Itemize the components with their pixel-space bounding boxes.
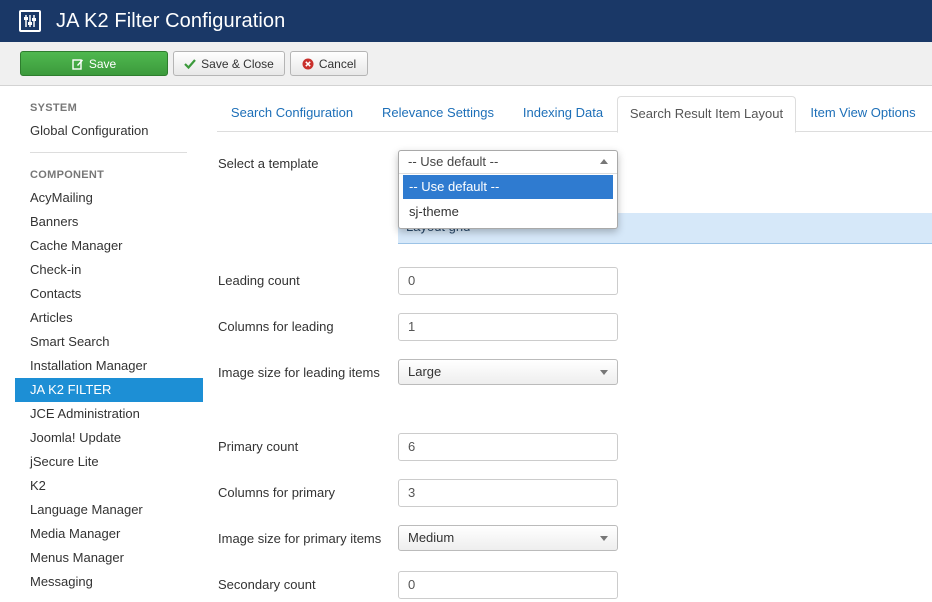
template-select[interactable]: -- Use default --: [399, 151, 617, 174]
save-close-button[interactable]: Save & Close: [173, 51, 285, 76]
sidebar: SYSTEM Global Configuration COMPONENT Ac…: [15, 86, 203, 602]
cancel-button[interactable]: Cancel: [290, 51, 368, 76]
tab-search-result-item-layout[interactable]: Search Result Item Layout: [617, 96, 796, 133]
sidebar-item-k2[interactable]: K2: [15, 474, 203, 498]
sidebar-item-cache-manager[interactable]: Cache Manager: [15, 234, 203, 258]
sidebar-item-global-configuration[interactable]: Global Configuration: [15, 119, 203, 143]
toolbar: Save Save & Close Cancel: [0, 42, 932, 86]
columns-primary-label: Columns for primary: [218, 485, 336, 500]
image-leading-value: Large: [408, 364, 442, 379]
app-header: JA K2 Filter Configuration: [0, 0, 932, 42]
chevron-down-icon: [600, 370, 608, 375]
sidebar-divider: [30, 152, 187, 153]
edit-icon: [72, 58, 84, 70]
sidebar-item-jce-administration[interactable]: JCE Administration: [15, 402, 203, 426]
template-option-default[interactable]: -- Use default --: [403, 175, 613, 199]
sliders-icon: [19, 10, 41, 32]
template-label: Select a template: [218, 156, 319, 171]
template-dropdown[interactable]: -- Use default -- -- Use default -- sj-t…: [398, 150, 618, 229]
leading-count-label: Leading count: [218, 273, 300, 288]
primary-count-label: Primary count: [218, 439, 299, 454]
sidebar-item-menus-manager[interactable]: Menus Manager: [15, 546, 203, 570]
sidebar-item-banners[interactable]: Banners: [15, 210, 203, 234]
sidebar-item-smart-search[interactable]: Smart Search: [15, 330, 203, 354]
leading-count-input[interactable]: 0: [398, 267, 618, 295]
primary-count-input[interactable]: 6: [398, 433, 618, 461]
columns-leading-input[interactable]: 1: [398, 313, 618, 341]
chevron-up-icon: [600, 159, 608, 164]
secondary-count-input[interactable]: 0: [398, 571, 618, 599]
page-title: JA K2 Filter Configuration: [56, 9, 286, 32]
columns-leading-label: Columns for leading: [218, 319, 334, 334]
tab-indexing-data[interactable]: Indexing Data: [509, 96, 617, 132]
cancel-icon: [302, 58, 314, 70]
check-icon: [184, 58, 196, 70]
save-close-label: Save & Close: [201, 56, 274, 71]
tab-item-view-options[interactable]: Item View Options: [796, 96, 930, 132]
secondary-count-label: Secondary count: [218, 577, 316, 592]
component-heading: COMPONENT: [30, 169, 105, 181]
template-option-sj-theme[interactable]: sj-theme: [403, 200, 613, 224]
sidebar-item-media-manager[interactable]: Media Manager: [15, 522, 203, 546]
image-leading-select[interactable]: Large: [398, 359, 618, 385]
sidebar-item-articles[interactable]: Articles: [15, 306, 203, 330]
tab-bar: Search Configuration Relevance Settings …: [217, 96, 932, 133]
columns-primary-input[interactable]: 3: [398, 479, 618, 507]
save-label: Save: [88, 56, 117, 71]
system-heading: SYSTEM: [30, 102, 78, 114]
sidebar-item-acymailing[interactable]: AcyMailing: [15, 186, 203, 210]
image-primary-select[interactable]: Medium: [398, 525, 618, 551]
sidebar-item-jsecure-lite[interactable]: jSecure Lite: [15, 450, 203, 474]
tab-relevance-settings[interactable]: Relevance Settings: [367, 96, 509, 132]
sidebar-item-language-manager[interactable]: Language Manager: [15, 498, 203, 522]
sidebar-item-check-in[interactable]: Check-in: [15, 258, 203, 282]
chevron-down-icon: [600, 536, 608, 541]
sidebar-item-joomla-update[interactable]: Joomla! Update: [15, 426, 203, 450]
sidebar-item-contacts[interactable]: Contacts: [15, 282, 203, 306]
sidebar-item-installation-manager[interactable]: Installation Manager: [15, 354, 203, 378]
image-leading-label: Image size for leading items: [218, 365, 380, 380]
sidebar-item-ja-k2-filter[interactable]: JA K2 FILTER: [15, 378, 203, 402]
image-primary-label: Image size for primary items: [218, 531, 382, 546]
tab-search-configuration[interactable]: Search Configuration: [217, 96, 367, 132]
cancel-label: Cancel: [318, 56, 357, 71]
image-primary-value: Medium: [408, 530, 455, 545]
save-button[interactable]: Save: [20, 51, 168, 76]
template-selected-value: -- Use default --: [408, 154, 499, 169]
sidebar-item-messaging[interactable]: Messaging: [15, 570, 203, 594]
